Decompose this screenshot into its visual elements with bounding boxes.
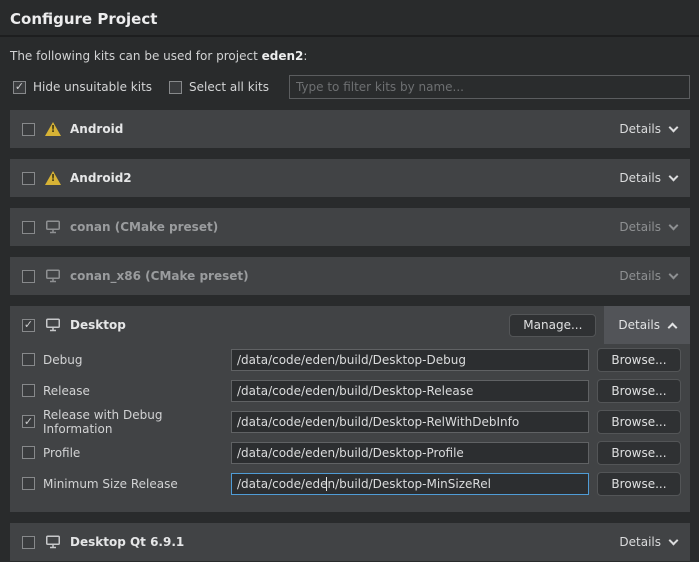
build-config-label: Minimum Size Release — [43, 477, 231, 491]
chevron-down-icon — [669, 171, 679, 181]
hide-unsuitable-kits-checkbox[interactable] — [13, 81, 26, 94]
details-label: Details — [618, 318, 660, 332]
build-dir-input-release[interactable] — [231, 380, 589, 402]
build-config-label: Release — [43, 384, 231, 398]
details-button-conan[interactable]: Details — [619, 220, 677, 234]
select-all-kits-checkbox[interactable] — [169, 81, 182, 94]
warning-icon — [45, 171, 61, 185]
kit-filter-bar: Hide unsuitable kits Select all kits — [13, 75, 690, 99]
build-config-row-profile: Profile Browse... — [10, 437, 690, 468]
kit-row-desktop[interactable]: Desktop Manage... Details — [10, 306, 690, 344]
details-label: Details — [619, 535, 661, 549]
build-config-row-minsizerel: Minimum Size Release Browse... — [10, 468, 690, 499]
build-config-label: Debug — [43, 353, 231, 367]
kit-name: Desktop Qt 6.9.1 — [70, 535, 184, 549]
kit-name: Desktop — [70, 318, 126, 332]
build-dir-input-minsizerel[interactable] — [231, 473, 589, 495]
kit-row-conan-x86[interactable]: conan_x86 (CMake preset) Details — [10, 257, 690, 295]
build-config-checkbox-minsizerel[interactable] — [22, 477, 35, 490]
details-label: Details — [619, 122, 661, 136]
browse-button-release[interactable]: Browse... — [597, 379, 681, 403]
chevron-down-icon — [669, 269, 679, 279]
chevron-up-icon — [668, 322, 678, 332]
details-button-desktop[interactable]: Details — [604, 306, 690, 344]
build-config-checkbox-release[interactable] — [22, 384, 35, 397]
kit-list: Android Details Android2 Details conan (… — [10, 110, 690, 561]
browse-button-minsizerel[interactable]: Browse... — [597, 472, 681, 496]
build-config-checkbox-relwithdebinfo[interactable] — [22, 415, 35, 428]
kit-name: conan (CMake preset) — [70, 220, 218, 234]
kit-checkbox-desktop[interactable] — [22, 319, 35, 332]
monitor-icon — [45, 318, 61, 332]
warning-icon — [45, 122, 61, 136]
hint-prefix: The following kits can be used for proje… — [10, 49, 262, 63]
kit-row-desktop-qt-691[interactable]: Desktop Qt 6.9.1 Details — [10, 523, 690, 561]
kit-name: Android — [70, 122, 123, 136]
build-dir-input-profile[interactable] — [231, 442, 589, 464]
build-dir-input-debug[interactable] — [231, 349, 589, 371]
kit-row-android2[interactable]: Android2 Details — [10, 159, 690, 197]
kit-checkbox-android2[interactable] — [22, 172, 35, 185]
details-button-conan-x86[interactable]: Details — [619, 269, 677, 283]
kit-checkbox-conan[interactable] — [22, 221, 35, 234]
kit-row-conan[interactable]: conan (CMake preset) Details — [10, 208, 690, 246]
project-name: eden2 — [262, 49, 304, 63]
title-separator — [0, 35, 699, 37]
page-title: Configure Project — [0, 0, 699, 35]
chevron-down-icon — [669, 535, 679, 545]
details-button-desktop-qt-691[interactable]: Details — [619, 535, 677, 549]
select-all-kits-label: Select all kits — [189, 80, 269, 94]
manage-kits-button[interactable]: Manage... — [509, 314, 596, 337]
kit-row-android[interactable]: Android Details — [10, 110, 690, 148]
details-button-android[interactable]: Details — [619, 122, 677, 136]
monitor-icon — [45, 269, 61, 283]
build-dir-input-relwithdebinfo[interactable] — [231, 411, 589, 433]
build-config-row-debug: Debug Browse... — [10, 344, 690, 375]
build-config-row-release: Release Browse... — [10, 375, 690, 406]
hide-unsuitable-kits-checkbox-group[interactable]: Hide unsuitable kits — [13, 80, 152, 94]
chevron-down-icon — [669, 220, 679, 230]
details-label: Details — [619, 171, 661, 185]
kit-name: conan_x86 (CMake preset) — [70, 269, 249, 283]
kit-checkbox-android[interactable] — [22, 123, 35, 136]
kit-checkbox-desktop-qt-691[interactable] — [22, 536, 35, 549]
build-config-checkbox-debug[interactable] — [22, 353, 35, 366]
monitor-icon — [45, 220, 61, 234]
kit-panel-desktop: Desktop Manage... Details Debug Browse..… — [10, 306, 690, 512]
build-config-checkbox-profile[interactable] — [22, 446, 35, 459]
browse-button-debug[interactable]: Browse... — [597, 348, 681, 372]
chevron-down-icon — [669, 122, 679, 132]
text-cursor — [326, 477, 327, 491]
kit-filter-input[interactable] — [289, 75, 690, 99]
details-label: Details — [619, 269, 661, 283]
kit-checkbox-conan-x86[interactable] — [22, 270, 35, 283]
hide-unsuitable-kits-label: Hide unsuitable kits — [33, 80, 152, 94]
hint-suffix: : — [303, 49, 307, 63]
browse-button-profile[interactable]: Browse... — [597, 441, 681, 465]
build-config-label: Release with Debug Information — [43, 408, 231, 436]
browse-button-relwithdebinfo[interactable]: Browse... — [597, 410, 681, 434]
kit-name: Android2 — [70, 171, 132, 185]
build-config-label: Profile — [43, 446, 231, 460]
details-label: Details — [619, 220, 661, 234]
build-config-row-relwithdebinfo: Release with Debug Information Browse... — [10, 406, 690, 437]
details-button-android2[interactable]: Details — [619, 171, 677, 185]
monitor-icon — [45, 535, 61, 549]
kits-hint-text: The following kits can be used for proje… — [10, 49, 689, 63]
select-all-kits-checkbox-group[interactable]: Select all kits — [169, 80, 269, 94]
